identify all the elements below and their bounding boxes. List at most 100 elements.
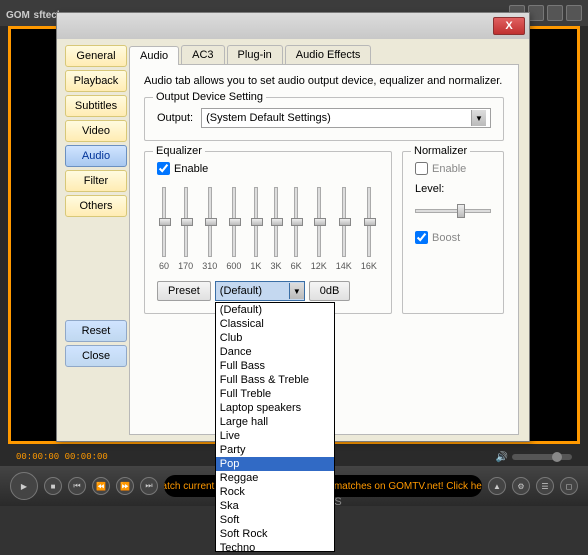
sidebar-item-general[interactable]: General xyxy=(65,45,127,67)
restore-button[interactable] xyxy=(547,5,563,21)
preset-option[interactable]: Reggae xyxy=(216,471,334,485)
eq-thumb[interactable] xyxy=(251,218,263,226)
preset-option[interactable]: Club xyxy=(216,331,334,345)
preset-option[interactable]: (Default) xyxy=(216,303,334,317)
dialog-body: General Playback Subtitles Video Audio F… xyxy=(57,39,529,441)
dialog-close-button[interactable]: X xyxy=(493,17,525,35)
eq-thumb[interactable] xyxy=(364,218,376,226)
eq-band-310[interactable]: 310 xyxy=(202,187,217,271)
reset-button[interactable]: Reset xyxy=(65,320,127,342)
preset-option[interactable]: Dance xyxy=(216,345,334,359)
eq-thumb[interactable] xyxy=(339,218,351,226)
tab-content: Audio tab allows you to set audio output… xyxy=(129,65,519,435)
tab-plugin[interactable]: Plug-in xyxy=(227,45,283,64)
eq-band-14K[interactable]: 14K xyxy=(336,187,352,271)
eq-band-label: 600 xyxy=(226,261,241,271)
rewind-button[interactable]: ⏪ xyxy=(92,477,110,495)
eq-band-label: 16K xyxy=(361,261,377,271)
boost-input[interactable] xyxy=(415,231,428,244)
preset-option[interactable]: Classical xyxy=(216,317,334,331)
preset-row: Preset (Default) ▼ (Default)ClassicalClu… xyxy=(157,281,379,301)
tab-ac3[interactable]: AC3 xyxy=(181,45,224,64)
level-thumb[interactable] xyxy=(457,204,465,218)
stop-button[interactable]: ■ xyxy=(44,477,62,495)
close-button-sidebar[interactable]: Close xyxy=(65,345,127,367)
preset-option[interactable]: Large hall xyxy=(216,415,334,429)
volume-slider[interactable] xyxy=(512,454,572,460)
eq-band-3K[interactable]: 3K xyxy=(271,187,282,271)
eq-band-label: 60 xyxy=(159,261,169,271)
eq-band-60[interactable]: 60 xyxy=(159,187,169,271)
settings-button[interactable]: ⚙ xyxy=(512,477,530,495)
preset-option[interactable]: Party xyxy=(216,443,334,457)
maximize-button[interactable] xyxy=(528,5,544,21)
preset-button[interactable]: Preset xyxy=(157,281,211,301)
eq-band-600[interactable]: 600 xyxy=(226,187,241,271)
eq-band-16K[interactable]: 16K xyxy=(361,187,377,271)
tab-audio[interactable]: Audio xyxy=(129,46,179,65)
output-value: (System Default Settings) xyxy=(206,112,331,124)
sidebar: General Playback Subtitles Video Audio F… xyxy=(57,39,129,441)
play-button[interactable]: ▶ xyxy=(10,472,38,500)
preset-option[interactable]: Full Bass & Treble xyxy=(216,373,334,387)
eq-band-label: 310 xyxy=(202,261,217,271)
eq-thumb[interactable] xyxy=(271,218,283,226)
boost-checkbox[interactable]: Boost xyxy=(415,231,491,244)
playlist-button[interactable]: ☰ xyxy=(536,477,554,495)
zero-db-button[interactable]: 0dB xyxy=(309,281,351,301)
preset-option[interactable]: Live xyxy=(216,429,334,443)
preset-option[interactable]: Soft xyxy=(216,513,334,527)
level-slider[interactable] xyxy=(415,201,491,221)
eq-thumb[interactable] xyxy=(205,218,217,226)
screen-button[interactable]: ◻ xyxy=(560,477,578,495)
normalizer-legend: Normalizer xyxy=(411,145,470,157)
eq-band-1K[interactable]: 1K xyxy=(250,187,261,271)
preset-option[interactable]: Full Treble xyxy=(216,387,334,401)
output-device-select[interactable]: (System Default Settings) ▼ xyxy=(201,108,491,128)
tab-audio-effects[interactable]: Audio Effects xyxy=(285,45,372,64)
normalizer-group: Normalizer Enable Level: Boost xyxy=(402,151,504,314)
norm-enable-checkbox[interactable]: Enable xyxy=(415,162,491,175)
preset-option[interactable]: Ska xyxy=(216,499,334,513)
dialog-titlebar[interactable]: X xyxy=(57,13,529,39)
eq-band-6K[interactable]: 6K xyxy=(291,187,302,271)
eq-band-label: 6K xyxy=(291,261,302,271)
preset-option[interactable]: Soft Rock xyxy=(216,527,334,541)
level-label: Level: xyxy=(415,183,491,195)
close-button[interactable] xyxy=(566,5,582,21)
chevron-down-icon: ▼ xyxy=(289,283,304,299)
eq-sliders: 60 170 310 600 1K3K 6K 12K 14K 16K xyxy=(157,183,379,271)
sidebar-item-audio[interactable]: Audio xyxy=(65,145,127,167)
eq-thumb[interactable] xyxy=(229,218,241,226)
sidebar-item-playback[interactable]: Playback xyxy=(65,70,127,92)
sidebar-item-subtitles[interactable]: Subtitles xyxy=(65,95,127,117)
preferences-dialog: X General Playback Subtitles Video Audio… xyxy=(56,12,530,442)
sidebar-item-others[interactable]: Others xyxy=(65,195,127,217)
preset-combo-value: (Default) xyxy=(220,285,262,297)
eq-band-label: 170 xyxy=(178,261,193,271)
next-button[interactable]: ⏭ xyxy=(140,477,158,495)
norm-enable-label: Enable xyxy=(432,163,466,175)
norm-enable-input[interactable] xyxy=(415,162,428,175)
preset-option[interactable]: Full Bass xyxy=(216,359,334,373)
preset-option[interactable]: Rock xyxy=(216,485,334,499)
preset-combo[interactable]: (Default) ▼ (Default)ClassicalClubDanceF… xyxy=(215,281,305,301)
preset-option[interactable]: Techno xyxy=(216,541,334,555)
eq-enable-checkbox[interactable]: Enable xyxy=(157,162,379,175)
eq-band-170[interactable]: 170 xyxy=(178,187,193,271)
eq-thumb[interactable] xyxy=(159,218,171,226)
preset-option[interactable]: Laptop speakers xyxy=(216,401,334,415)
preset-dropdown[interactable]: (Default)ClassicalClubDanceFull BassFull… xyxy=(215,302,335,552)
sidebar-item-video[interactable]: Video xyxy=(65,120,127,142)
eq-band-12K[interactable]: 12K xyxy=(311,187,327,271)
preset-option[interactable]: Pop xyxy=(216,457,334,471)
eq-thumb[interactable] xyxy=(314,218,326,226)
open-button[interactable]: ▲ xyxy=(488,477,506,495)
eq-enable-input[interactable] xyxy=(157,162,170,175)
eq-thumb[interactable] xyxy=(291,218,303,226)
prev-button[interactable]: ⏮ xyxy=(68,477,86,495)
sidebar-item-filter[interactable]: Filter xyxy=(65,170,127,192)
volume-icon[interactable]: 🔊 xyxy=(496,452,508,463)
eq-thumb[interactable] xyxy=(181,218,193,226)
forward-button[interactable]: ⏩ xyxy=(116,477,134,495)
